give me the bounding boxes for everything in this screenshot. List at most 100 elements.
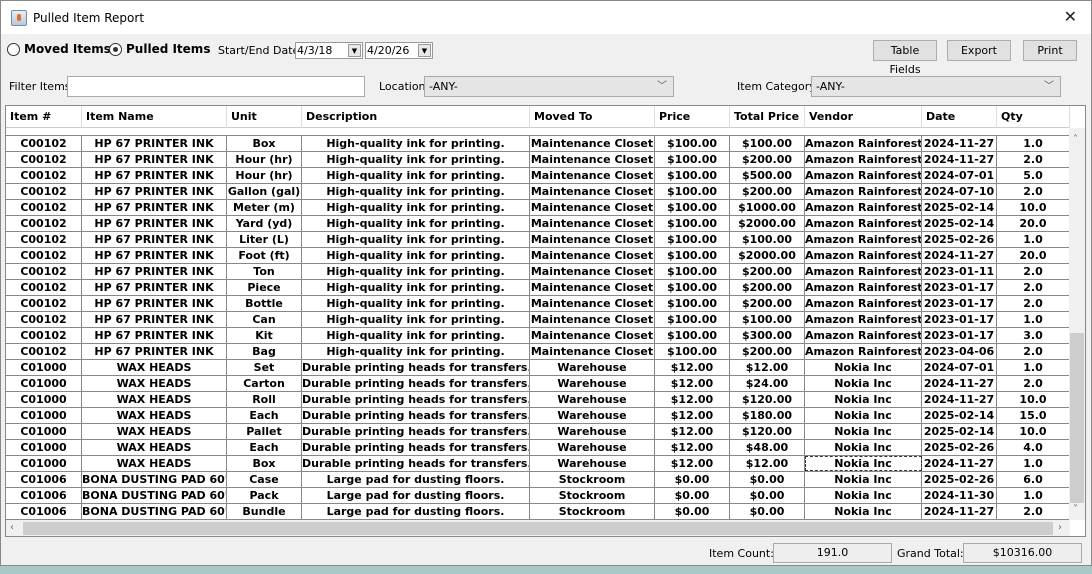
horizontal-scroll-thumb[interactable] (23, 522, 1053, 535)
table-cell[interactable]: 10.0 (997, 200, 1070, 215)
table-row[interactable]: C01000 WAX HEADS Each Durable printing head… (6, 440, 1070, 456)
table-cell[interactable]: Amazon Rainforest (805, 344, 922, 359)
table-cell[interactable]: BONA DUSTING PAD 60" (82, 488, 227, 503)
table-cell[interactable]: 15.0 (997, 408, 1070, 423)
table-cell[interactable]: $0.00 (655, 472, 730, 487)
column-header[interactable]: Item Name (82, 106, 227, 128)
table-cell[interactable]: $200.00 (730, 296, 805, 311)
table-cell[interactable]: $100.00 (655, 328, 730, 343)
table-row[interactable]: C00102 HP 67 PRINTER INK Box High-quality i… (6, 136, 1070, 152)
table-cell[interactable]: 2024-11-27 (922, 152, 997, 167)
table-cell[interactable]: Warehouse (530, 376, 655, 391)
print-button[interactable]: Print (1023, 40, 1077, 61)
table-cell[interactable]: $12.00 (655, 456, 730, 471)
table-cell[interactable]: $0.00 (730, 488, 805, 503)
table-cell[interactable]: Amazon Rainforest (805, 264, 922, 279)
table-cell[interactable]: C00102 (6, 312, 82, 327)
table-cell[interactable]: $12.00 (655, 424, 730, 439)
table-row[interactable]: C00102 HP 67 PRINTER INK Bottle High-qualit… (6, 296, 1070, 312)
table-row[interactable]: C00102 HP 67 PRINTER INK Gallon (gal) High-… (6, 184, 1070, 200)
table-cell[interactable]: Warehouse (530, 424, 655, 439)
close-icon[interactable]: ✕ (1064, 7, 1077, 26)
table-cell[interactable]: Set (227, 360, 302, 375)
table-cell[interactable]: 2.0 (997, 264, 1070, 279)
scroll-right-icon[interactable]: › (1058, 522, 1062, 533)
end-date-picker[interactable]: 4/20/26 ▼ (365, 42, 433, 59)
table-cell[interactable]: Amazon Rainforest (805, 152, 922, 167)
table-cell[interactable]: 2.0 (997, 184, 1070, 199)
table-cell[interactable]: Maintenance Closet (530, 248, 655, 263)
table-cell[interactable]: Nokia Inc (805, 456, 922, 471)
table-cell[interactable]: Pallet (227, 424, 302, 439)
table-cell[interactable]: $12.00 (655, 392, 730, 407)
table-cell[interactable]: Maintenance Closet (530, 216, 655, 231)
table-cell[interactable]: C01000 (6, 408, 82, 423)
table-cell[interactable]: $100.00 (655, 280, 730, 295)
table-cell[interactable]: $120.00 (730, 424, 805, 439)
table-cell[interactable]: $100.00 (655, 312, 730, 327)
table-cell[interactable]: 2.0 (997, 152, 1070, 167)
table-cell[interactable]: 2024-11-27 (922, 376, 997, 391)
table-cell[interactable]: 2024-07-01 (922, 168, 997, 183)
table-cell[interactable]: Can (227, 312, 302, 327)
table-cell[interactable]: $0.00 (730, 504, 805, 519)
table-cell[interactable]: 10.0 (997, 424, 1070, 439)
table-cell[interactable]: Amazon Rainforest (805, 184, 922, 199)
table-cell[interactable]: Warehouse (530, 360, 655, 375)
filter-items-input[interactable] (67, 76, 365, 97)
table-cell[interactable]: Durable printing heads for transfers. (302, 424, 530, 439)
table-row[interactable]: C00102 HP 67 PRINTER INK Can High-quality i… (6, 312, 1070, 328)
table-cell[interactable]: 2023-04-06 (922, 344, 997, 359)
column-header[interactable]: Unit (227, 106, 302, 128)
table-cell[interactable]: Amazon Rainforest (805, 280, 922, 295)
table-cell[interactable]: Amazon Rainforest (805, 168, 922, 183)
table-cell[interactable]: $2000.00 (730, 248, 805, 263)
table-cell[interactable]: Carton (227, 376, 302, 391)
horizontal-scrollbar[interactable]: ‹ › (6, 520, 1070, 536)
table-cell[interactable]: 2.0 (997, 344, 1070, 359)
table-row[interactable]: C00102 HP 67 PRINTER INK Liter (L) High-qua… (6, 232, 1070, 248)
table-cell[interactable]: Nokia Inc (805, 392, 922, 407)
table-cell[interactable]: $120.00 (730, 392, 805, 407)
table-cell[interactable]: Durable printing heads for transfers. (302, 360, 530, 375)
table-cell[interactable]: $0.00 (730, 472, 805, 487)
column-header[interactable]: Moved To (530, 106, 655, 128)
table-cell[interactable]: $100.00 (655, 344, 730, 359)
table-cell[interactable]: Large pad for dusting floors. (302, 488, 530, 503)
table-cell[interactable]: Nokia Inc (805, 360, 922, 375)
table-cell[interactable]: HP 67 PRINTER INK (82, 264, 227, 279)
table-cell[interactable]: 2025-02-14 (922, 424, 997, 439)
table-fields-button[interactable]: Table Fields (873, 40, 937, 76)
table-cell[interactable]: 2023-01-17 (922, 280, 997, 295)
table-cell[interactable]: Maintenance Closet (530, 136, 655, 151)
table-cell[interactable]: BONA DUSTING PAD 60" (82, 504, 227, 519)
table-cell[interactable]: HP 67 PRINTER INK (82, 248, 227, 263)
table-cell[interactable]: C01000 (6, 376, 82, 391)
table-cell[interactable]: Case (227, 472, 302, 487)
table-cell[interactable]: High-quality ink for printing. (302, 200, 530, 215)
table-cell[interactable]: High-quality ink for printing. (302, 296, 530, 311)
table-cell[interactable]: 1.0 (997, 232, 1070, 247)
dropdown-arrow-icon[interactable]: ▼ (348, 44, 361, 57)
table-cell[interactable]: WAX HEADS (82, 408, 227, 423)
table-cell[interactable]: 2.0 (997, 280, 1070, 295)
table-cell[interactable]: $100.00 (730, 232, 805, 247)
table-cell[interactable]: Hour (hr) (227, 152, 302, 167)
table-cell[interactable]: 1.0 (997, 488, 1070, 503)
table-cell[interactable]: Stockroom (530, 488, 655, 503)
table-cell[interactable]: Warehouse (530, 440, 655, 455)
export-button[interactable]: Export (947, 40, 1011, 61)
table-cell[interactable]: Nokia Inc (805, 408, 922, 423)
table-cell[interactable]: C00102 (6, 296, 82, 311)
table-cell[interactable]: High-quality ink for printing. (302, 344, 530, 359)
table-cell[interactable]: 2.0 (997, 376, 1070, 391)
table-cell[interactable]: 2024-11-27 (922, 248, 997, 263)
location-select[interactable]: -ANY- ﹀ (424, 76, 674, 97)
table-cell[interactable]: Nokia Inc (805, 376, 922, 391)
table-cell[interactable]: Piece (227, 280, 302, 295)
table-cell[interactable]: Bundle (227, 504, 302, 519)
table-cell[interactable]: C00102 (6, 280, 82, 295)
table-cell[interactable]: High-quality ink for printing. (302, 264, 530, 279)
table-cell[interactable]: Amazon Rainforest (805, 328, 922, 343)
table-cell[interactable]: HP 67 PRINTER INK (82, 344, 227, 359)
